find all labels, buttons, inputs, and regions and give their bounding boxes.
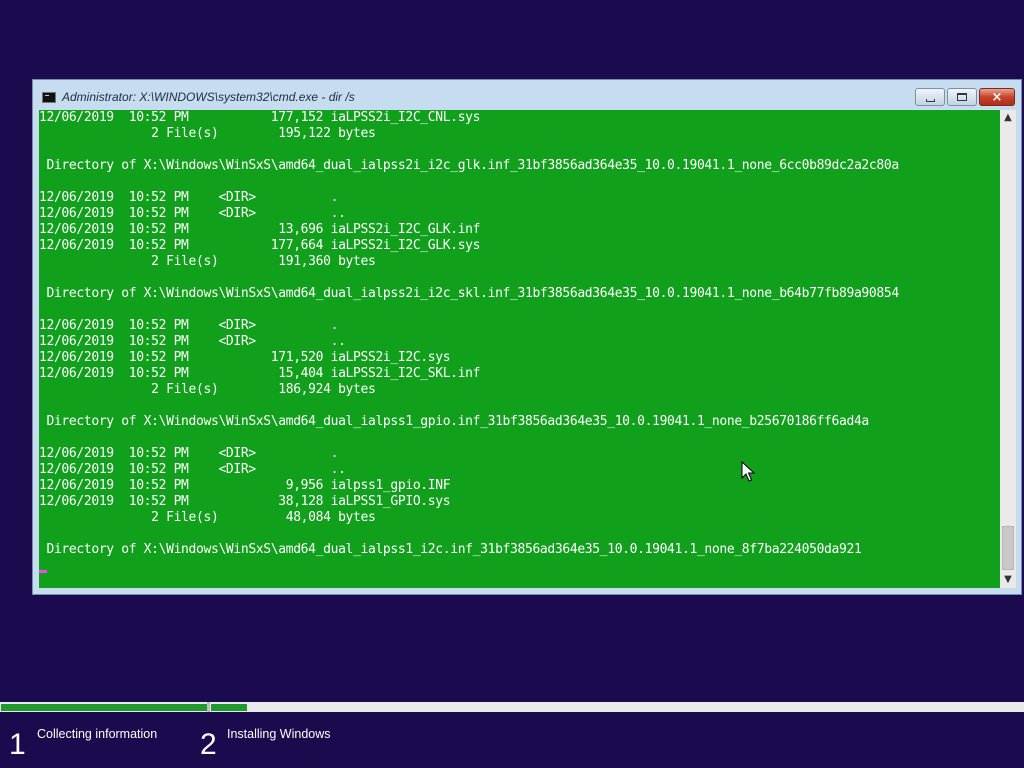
console-line: Directory of X:\Windows\WinSxS\amd64_dua… xyxy=(39,286,899,301)
title-bar[interactable]: Administrator: X:\WINDOWS\system32\cmd.e… xyxy=(33,80,1021,110)
console-line: 2 File(s) 191,360 bytes xyxy=(39,254,376,269)
console-line: 2 File(s) 48,084 bytes xyxy=(39,510,376,525)
console-line: 12/06/2019 10:52 PM <DIR> . xyxy=(39,190,339,205)
console-icon[interactable] xyxy=(42,92,56,103)
console-line: Directory of X:\Windows\WinSxS\amd64_dua… xyxy=(39,158,899,173)
scrollbar-thumb[interactable] xyxy=(1002,526,1014,570)
maximize-icon xyxy=(957,93,967,101)
console-line: 12/06/2019 10:52 PM <DIR> .. xyxy=(39,334,346,349)
close-button[interactable]: × xyxy=(979,88,1015,106)
console-line: 12/06/2019 10:52 PM 15,404 iaLPSS2i_I2C_… xyxy=(39,366,481,381)
console-line: 2 File(s) 195,122 bytes xyxy=(39,126,376,141)
minimize-icon xyxy=(925,98,935,102)
console-line: 12/06/2019 10:52 PM <DIR> . xyxy=(39,318,339,333)
scroll-up-icon[interactable]: ▲ xyxy=(1000,110,1016,126)
console-line: 12/06/2019 10:52 PM 13,696 iaLPSS2i_I2C_… xyxy=(39,222,481,237)
console-line: Directory of X:\Windows\WinSxS\amd64_dua… xyxy=(39,414,869,429)
console-line: 2 File(s) 186,924 bytes xyxy=(39,382,376,397)
progress-segment-installing xyxy=(211,704,1022,711)
mouse-pointer-icon xyxy=(741,461,755,482)
vertical-scrollbar[interactable]: ▲ ▼ xyxy=(1000,110,1016,588)
step-number-2: 2 xyxy=(200,728,217,761)
setup-progress-bar xyxy=(0,702,1024,712)
step-label-collecting: Collecting information xyxy=(37,727,158,741)
step-number-1: 1 xyxy=(9,728,26,761)
minimize-button[interactable] xyxy=(915,88,945,106)
progress-segment-collecting xyxy=(1,704,207,711)
console-line: 12/06/2019 10:52 PM 177,152 iaLPSS2i_I2C… xyxy=(39,110,481,125)
window-title: Administrator: X:\WINDOWS\system32\cmd.e… xyxy=(62,90,355,104)
console-line: 12/06/2019 10:52 PM 171,520 iaLPSS2i_I2C… xyxy=(39,350,451,365)
console-line: 12/06/2019 10:52 PM <DIR> .. xyxy=(39,206,346,221)
step-label-installing: Installing Windows xyxy=(227,727,331,741)
progress-separator xyxy=(207,702,210,712)
console-line: 12/06/2019 10:52 PM <DIR> .. xyxy=(39,462,346,477)
console-output[interactable]: 12/06/2019 10:52 PM 177,152 iaLPSS2i_I2C… xyxy=(39,110,1000,588)
console-line: 12/06/2019 10:52 PM 177,664 iaLPSS2i_I2C… xyxy=(39,238,481,253)
progress-fill-installing xyxy=(211,704,248,711)
progress-fill-collecting xyxy=(1,704,207,711)
console-line: Directory of X:\Windows\WinSxS\amd64_dua… xyxy=(39,542,862,557)
maximize-button[interactable] xyxy=(947,88,977,106)
close-icon: × xyxy=(991,89,1003,105)
console-line: 12/06/2019 10:52 PM <DIR> . xyxy=(39,446,339,461)
console-line: 12/06/2019 10:52 PM 38,128 iaLPSS1_GPIO.… xyxy=(39,494,451,509)
console-line: 12/06/2019 10:52 PM 9,956 ialpss1_gpio.I… xyxy=(39,478,451,493)
cmd-window[interactable]: Administrator: X:\WINDOWS\system32\cmd.e… xyxy=(32,79,1022,595)
scroll-down-icon[interactable]: ▼ xyxy=(1000,572,1016,588)
text-cursor xyxy=(39,570,47,573)
